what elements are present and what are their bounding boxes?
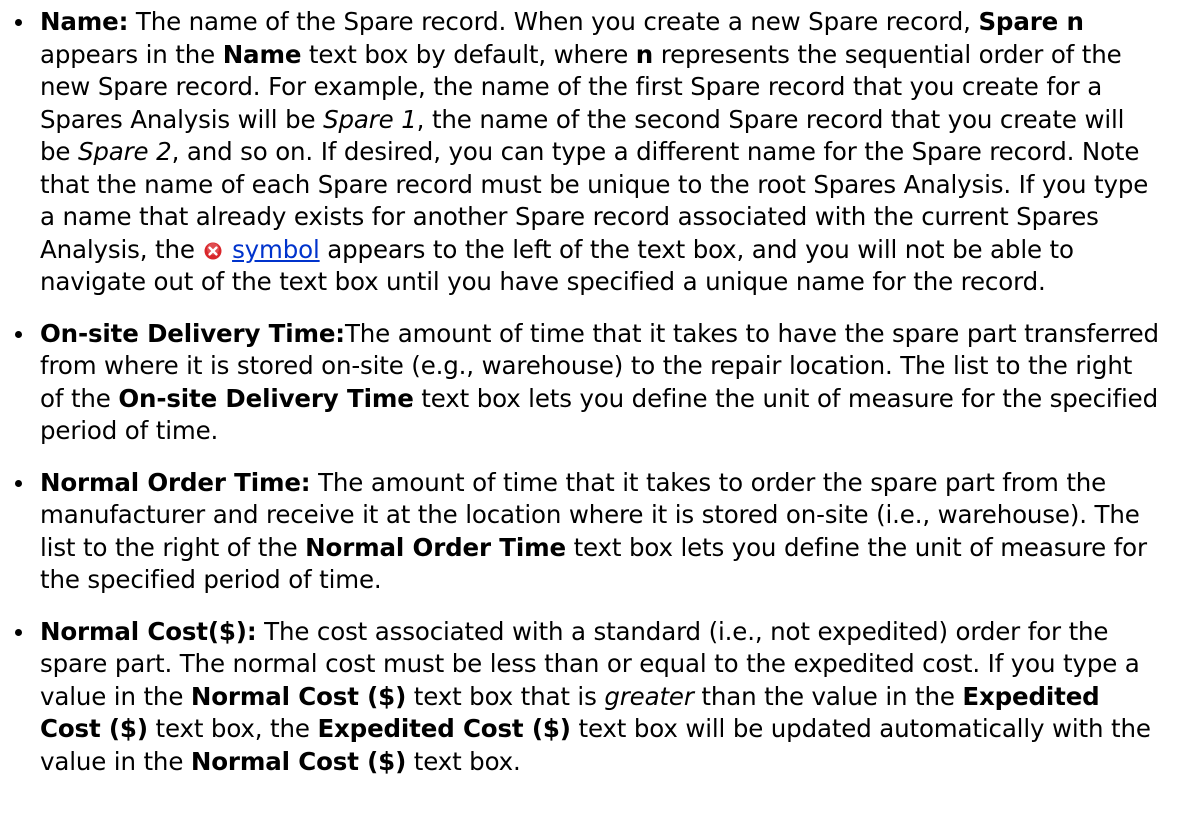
field-text: than the value in the (693, 681, 963, 711)
field-text: text box. (406, 746, 521, 776)
bold-ui-label: Normal Order Time (305, 532, 566, 562)
field-term: On-site Delivery Time: (40, 318, 345, 348)
bold-ui-label: Normal Cost ($) (190, 681, 407, 711)
field-item: Name: The name of the Spare record. When… (15, 6, 1160, 299)
field-text: appears in the (40, 39, 223, 69)
field-item: On-site Delivery Time:The amount of time… (15, 318, 1160, 448)
field-definition-list: Name: The name of the Spare record. When… (6, 6, 1160, 778)
italic-text: Spare 1 (323, 104, 417, 134)
field-text: text box that is (406, 681, 605, 711)
field-term: Normal Cost($): (40, 616, 257, 646)
bold-ui-label: Name (222, 39, 302, 69)
symbol-link[interactable]: symbol (232, 235, 320, 264)
bold-ui-label: Spare n (978, 7, 1084, 36)
bold-ui-label: Expedited Cost ($) (317, 714, 571, 743)
field-text: The name of the Spare record. When you c… (128, 7, 979, 36)
bold-ui-label: n (635, 39, 654, 69)
bold-ui-label: On-site Delivery Time (118, 383, 414, 413)
field-item: Normal Order Time: The amount of time th… (15, 467, 1160, 597)
italic-text: Spare 2 (77, 137, 172, 166)
field-term: Name: (40, 7, 129, 36)
field-term: Normal Order Time: (40, 467, 311, 497)
field-item: Normal Cost($): The cost associated with… (15, 616, 1160, 779)
field-text (224, 235, 232, 264)
italic-text: greater (604, 681, 694, 711)
bold-ui-label: Normal Cost ($) (190, 746, 407, 776)
field-text: text box, the (147, 714, 318, 743)
field-text: text box by default, where (301, 39, 636, 69)
error-x-icon (204, 236, 222, 259)
document-body: Name: The name of the Spare record. When… (0, 0, 1178, 778)
